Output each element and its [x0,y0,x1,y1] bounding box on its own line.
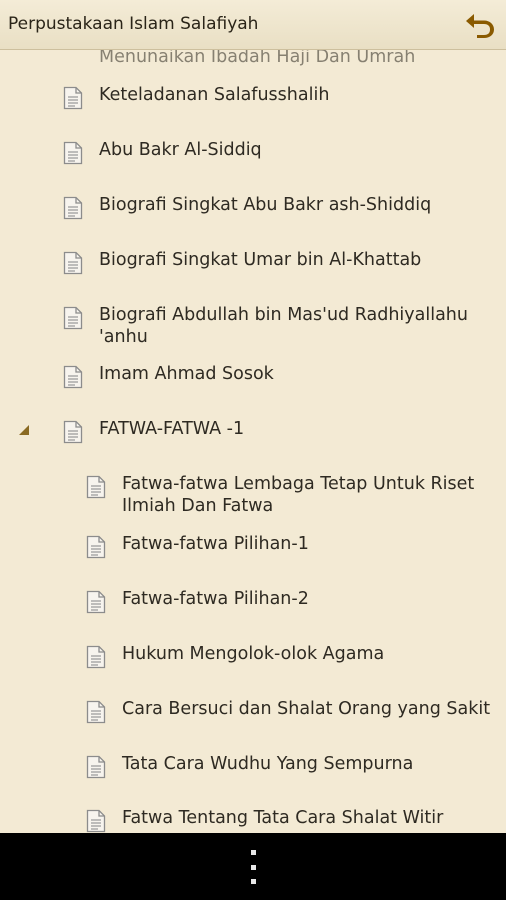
undo-arrow-icon [466,14,494,38]
system-nav-bar [0,833,506,900]
tree-item-label: Fatwa Tentang Tata Cara Shalat Witir [122,808,444,828]
tree-item-label: Biografi Singkat Umar bin Al-Khattab [99,250,422,270]
back-button[interactable] [462,8,498,42]
document-icon [63,141,83,165]
document-icon [63,196,83,220]
tree-item-label: Cara Bersuci dan Shalat Orang yang Sakit [122,699,491,719]
menu-dot [250,850,256,855]
document-icon [86,590,106,614]
expanded-triangle-icon[interactable] [18,424,30,436]
tree-item-label: Hukum Mengolok-olok Agama [122,644,385,664]
tree-item-label: Abu Bakr Al-Siddiq [99,140,262,160]
menu-dot [250,879,256,884]
action-bar: Perpustakaan Islam Salafiyah [0,0,506,50]
document-icon [63,365,83,389]
overflow-menu-icon[interactable] [243,850,263,884]
document-icon [86,809,106,833]
document-icon [86,755,106,779]
document-icon [86,645,106,669]
tree-item-label: Tata Cara Wudhu Yang Sempurna [122,754,414,774]
document-icon [86,535,106,559]
tree-item-label: Fatwa-fatwa Pilihan-1 [122,534,309,554]
tree-item-label: Menunaikan Ibadah Haji Dan Umrah [99,50,416,67]
tree-item-label: Fatwa-fatwa Lembaga Tetap Untuk Riset Il… [122,474,480,516]
app-title: Perpustakaan Islam Salafiyah [8,14,259,34]
document-icon [63,306,83,330]
tree-item-label: Imam Ahmad Sosok [99,364,274,384]
document-icon [63,251,83,275]
document-icon [86,700,106,724]
tree-item-label: FATWA-FATWA -1 [99,419,245,439]
document-icon [63,86,83,110]
tree-item-label: Fatwa-fatwa Pilihan-2 [122,589,309,609]
document-icon [63,420,83,444]
tree-item-label: Keteladanan Salafusshalih [99,85,330,105]
document-icon [86,475,106,499]
menu-dot [250,864,256,870]
tree-item-label: Biografi Abdullah bin Mas'ud Radhiyallah… [99,305,474,347]
tree-item-label: Biografi Singkat Abu Bakr ash-Shiddiq [99,195,432,215]
book-tree-list[interactable]: Menunaikan Ibadah Haji Dan Umrah Ketelad… [0,50,506,833]
